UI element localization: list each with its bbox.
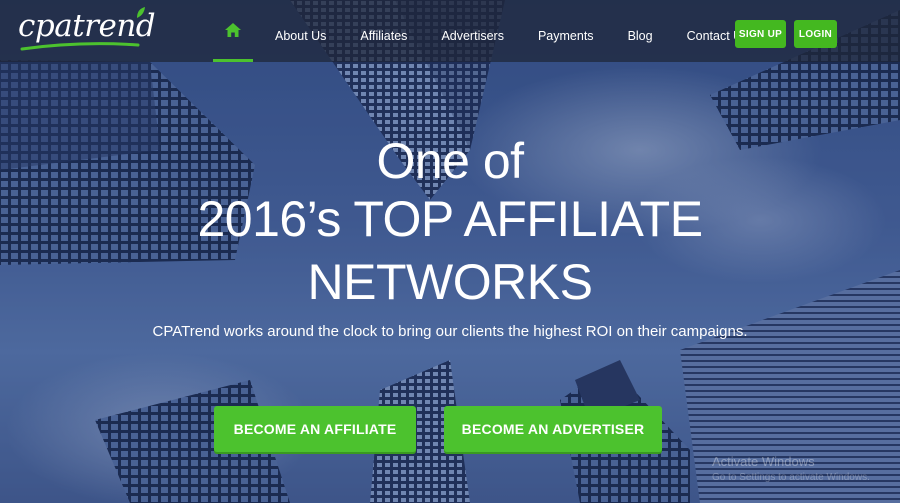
become-affiliate-button[interactable]: BECOME AN AFFILIATE xyxy=(214,406,416,452)
hero-headline-line-2: 2016’s TOP AFFILIATE xyxy=(197,191,703,247)
logo-text-cpa: cpa xyxy=(18,8,73,44)
nav-item-about-us[interactable]: About Us xyxy=(258,0,343,62)
hero-subtitle: CPATrend works around the clock to bring… xyxy=(152,323,748,340)
logo-leaf-icon xyxy=(137,7,145,18)
main-nav: About Us Affiliates Advertisers Payments… xyxy=(208,0,765,62)
home-icon xyxy=(225,23,241,37)
hero-headline-line-3: NETWORKS xyxy=(307,254,593,310)
hero-headline-line-1: One of xyxy=(376,133,524,189)
nav-active-indicator xyxy=(213,59,253,62)
nav-item-blog[interactable]: Blog xyxy=(611,0,670,62)
login-button[interactable]: LOGIN xyxy=(794,20,837,48)
become-advertiser-button[interactable]: BECOME AN ADVERTISER xyxy=(444,406,662,452)
nav-item-affiliates[interactable]: Affiliates xyxy=(343,0,424,62)
activate-windows-watermark: Activate Windows xyxy=(712,454,815,469)
site-header: cpatrend About Us Affiliates Advertisers… xyxy=(0,0,900,62)
nav-home[interactable] xyxy=(208,0,258,62)
sign-up-button[interactable]: SIGN UP xyxy=(735,20,786,48)
activate-windows-hint: Go to Settings to activate Windows. xyxy=(712,472,870,483)
nav-item-advertisers[interactable]: Advertisers xyxy=(424,0,521,62)
logo-swoosh-icon xyxy=(20,42,140,51)
nav-item-payments[interactable]: Payments xyxy=(521,0,611,62)
